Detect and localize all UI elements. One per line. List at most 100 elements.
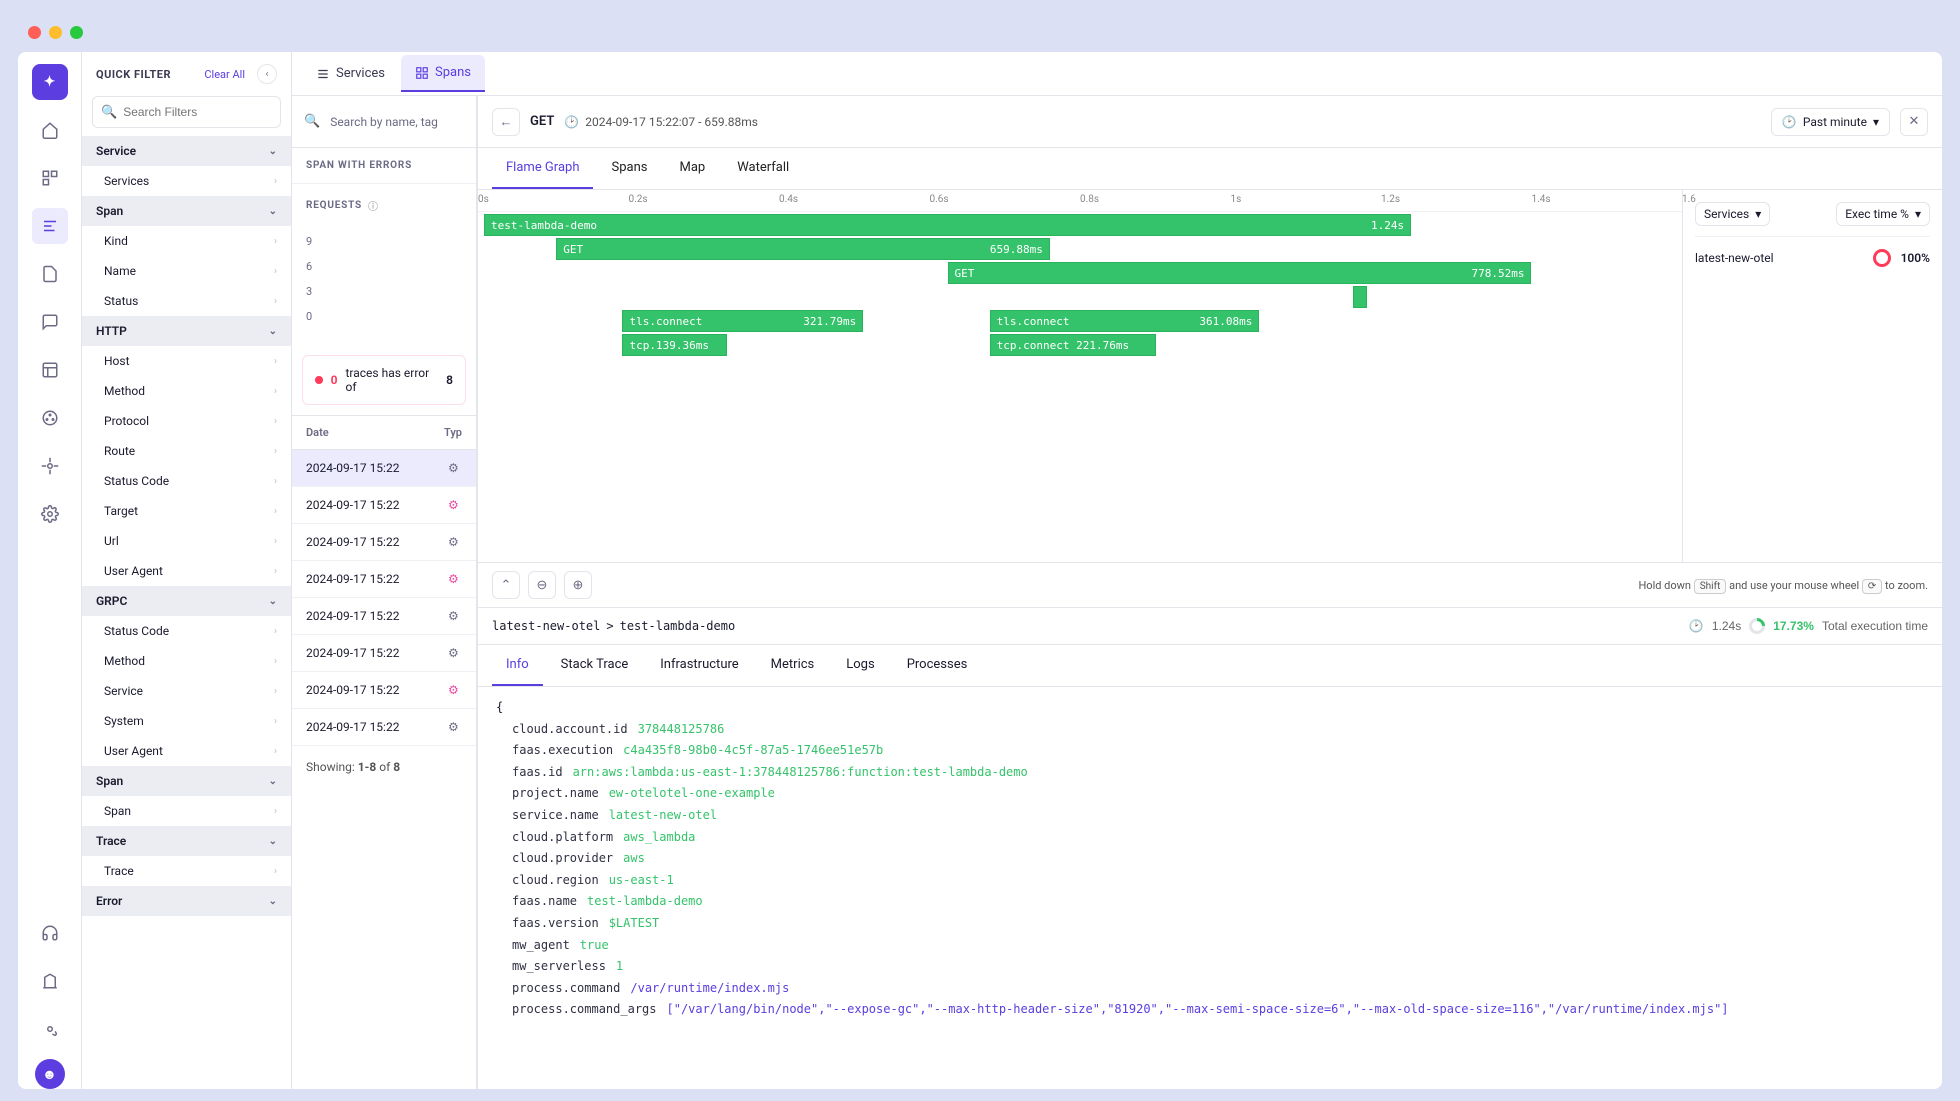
time-range-selector[interactable]: 🕑Past minute▾ — [1771, 108, 1890, 136]
filter-item[interactable]: Status Code› — [82, 616, 291, 646]
window-max-icon[interactable] — [70, 26, 83, 39]
rail-item-alerts[interactable] — [32, 304, 68, 340]
filter-search[interactable]: 🔍 — [92, 96, 281, 128]
filter-group-header[interactable]: HTTP⌄ — [82, 316, 291, 346]
flame-span[interactable]: GET778.52ms — [948, 262, 1532, 284]
expand-button[interactable]: ⌃ — [492, 571, 520, 599]
zoom-out-button[interactable]: ⊖ — [528, 571, 556, 599]
view-tab[interactable]: Map — [665, 148, 719, 189]
breadcrumb-part[interactable]: latest-new-otel — [492, 619, 600, 633]
view-tab[interactable]: Waterfall — [723, 148, 803, 189]
flame-span[interactable]: tcp.139.36ms — [622, 334, 727, 356]
app-logo[interactable]: ✦ — [32, 64, 68, 100]
flame-canvas[interactable]: test-lambda-demo1.24sGET659.88msGET778.5… — [478, 212, 1682, 562]
flame-timescale: 0s0.2s0.4s0.6s0.8s1s1.2s1.4s1.6 — [478, 190, 1682, 212]
clock-icon: 🕑 — [564, 115, 579, 129]
filter-group-header[interactable]: GRPC⌄ — [82, 586, 291, 616]
grid-icon — [415, 66, 429, 80]
table-row[interactable]: 2024-09-17 15:22⚙ — [292, 598, 476, 635]
view-tab[interactable]: Flame Graph — [492, 148, 593, 189]
flame-span[interactable]: GET659.88ms — [556, 238, 1050, 260]
rail-item-infra[interactable] — [32, 160, 68, 196]
info-tab[interactable]: Processes — [893, 645, 982, 686]
info-icon[interactable]: ⓘ — [368, 198, 379, 213]
donut-icon — [1746, 615, 1769, 638]
filter-item[interactable]: User Agent› — [82, 556, 291, 586]
flame-span[interactable] — [1353, 286, 1367, 308]
filter-group-header[interactable]: Error⌄ — [82, 886, 291, 916]
filter-item[interactable]: Span› — [82, 796, 291, 826]
rail-item-org[interactable] — [32, 963, 68, 999]
info-tab[interactable]: Infrastructure — [646, 645, 752, 686]
back-button[interactable]: ← — [492, 108, 520, 136]
info-attr: mw_serverless1 — [512, 956, 1924, 978]
filter-search-input[interactable] — [123, 105, 278, 119]
chevron-down-icon: ▾ — [1755, 207, 1761, 221]
filter-item[interactable]: Status Code› — [82, 466, 291, 496]
table-row[interactable]: 2024-09-17 15:22⚙ — [292, 450, 476, 487]
filter-group-header[interactable]: Trace⌄ — [82, 826, 291, 856]
flame-span[interactable]: tcp.connect 221.76ms — [990, 334, 1156, 356]
filter-item[interactable]: Url› — [82, 526, 291, 556]
rail-item-rum[interactable] — [32, 400, 68, 436]
gear-icon: ⚙ — [448, 683, 462, 697]
errors-banner: 0 traces has error of 8 — [302, 355, 466, 405]
rail-item-synthetics[interactable] — [32, 448, 68, 484]
clear-all-link[interactable]: Clear All — [204, 68, 245, 81]
filter-group-header[interactable]: Span⌄ — [82, 196, 291, 226]
rail-item-traces[interactable] — [32, 208, 68, 244]
table-row[interactable]: 2024-09-17 15:22⚙ — [292, 635, 476, 672]
table-row[interactable]: 2024-09-17 15:22⚙ — [292, 487, 476, 524]
filter-item[interactable]: Method› — [82, 376, 291, 406]
filter-item[interactable]: Status› — [82, 286, 291, 316]
services-dropdown[interactable]: Services▾ — [1695, 202, 1770, 226]
info-tab[interactable]: Logs — [832, 645, 888, 686]
filter-item[interactable]: System› — [82, 706, 291, 736]
filter-item[interactable]: Target› — [82, 496, 291, 526]
rail-item-logs[interactable] — [32, 256, 68, 292]
filter-item[interactable]: Kind› — [82, 226, 291, 256]
window-close-icon[interactable] — [28, 26, 41, 39]
span-table-panel: 🔍 Search by name, tag SPAN WITH ERRORS R… — [292, 96, 477, 1089]
close-button[interactable]: ✕ — [1900, 108, 1928, 136]
flame-span[interactable]: tls.connect361.08ms — [990, 310, 1260, 332]
filter-item[interactable]: Route› — [82, 436, 291, 466]
service-row[interactable]: latest-new-otel 100% — [1695, 237, 1930, 279]
view-tab[interactable]: Spans — [597, 148, 661, 189]
flame-span[interactable]: tls.connect321.79ms — [622, 310, 863, 332]
breadcrumb-part[interactable]: test-lambda-demo — [620, 619, 736, 633]
tab-services[interactable]: Services — [302, 56, 399, 91]
filter-item[interactable]: Method› — [82, 646, 291, 676]
filter-item[interactable]: Services› — [82, 166, 291, 196]
filter-group-header[interactable]: Span⌄ — [82, 766, 291, 796]
filter-item[interactable]: User Agent› — [82, 736, 291, 766]
rail-item-settings[interactable] — [32, 1011, 68, 1047]
info-tab[interactable]: Stack Trace — [547, 645, 643, 686]
zoom-in-button[interactable]: ⊕ — [564, 571, 592, 599]
window-min-icon[interactable] — [49, 26, 62, 39]
rail-item-settings-top[interactable] — [32, 496, 68, 532]
filter-group-header[interactable]: Service⌄ — [82, 136, 291, 166]
info-attr: project.nameew-otelotel-one-example — [512, 783, 1924, 805]
table-row[interactable]: 2024-09-17 15:22⚙ — [292, 524, 476, 561]
filter-item[interactable]: Trace› — [82, 856, 291, 886]
table-row[interactable]: 2024-09-17 15:22⚙ — [292, 709, 476, 746]
exec-time-dropdown[interactable]: Exec time %▾ — [1836, 202, 1930, 226]
rail-item-help[interactable] — [32, 915, 68, 951]
info-tab[interactable]: Info — [492, 645, 543, 686]
flame-span[interactable]: test-lambda-demo1.24s — [484, 214, 1411, 236]
filter-item[interactable]: Host› — [82, 346, 291, 376]
user-avatar[interactable]: ☻ — [35, 1059, 65, 1089]
table-row[interactable]: 2024-09-17 15:22⚙ — [292, 561, 476, 598]
filter-item[interactable]: Name› — [82, 256, 291, 286]
span-search[interactable]: 🔍 Search by name, tag — [292, 96, 476, 148]
rail-item-dashboards[interactable] — [32, 352, 68, 388]
filter-item[interactable]: Service› — [82, 676, 291, 706]
collapse-filters-icon[interactable]: ‹ — [257, 64, 277, 84]
filter-item[interactable]: Protocol› — [82, 406, 291, 436]
info-tab[interactable]: Metrics — [757, 645, 829, 686]
table-row[interactable]: 2024-09-17 15:22⚙ — [292, 672, 476, 709]
view-tabs: Flame GraphSpansMapWaterfall — [478, 148, 1942, 190]
tab-spans[interactable]: Spans — [401, 55, 485, 92]
rail-item-home[interactable] — [32, 112, 68, 148]
